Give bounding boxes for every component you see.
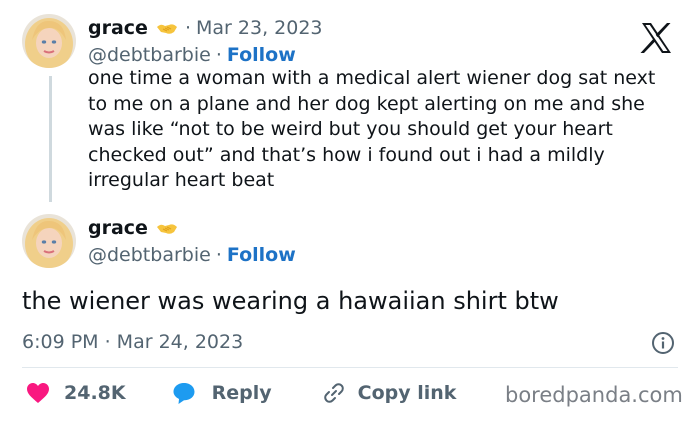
reply-handle-row: @debtbarbie · Follow bbox=[88, 44, 296, 66]
link-icon bbox=[323, 383, 344, 403]
x-logo-icon[interactable] bbox=[636, 20, 676, 56]
copy-link-button[interactable]: Copy link bbox=[322, 381, 457, 405]
follow-button[interactable]: Follow bbox=[227, 244, 296, 266]
action-bar: 24.8K Reply Copy link bbox=[26, 381, 456, 405]
handshake-emoji-icon bbox=[155, 220, 179, 236]
separator: · bbox=[184, 17, 191, 39]
divider bbox=[22, 367, 678, 368]
separator-dot: · bbox=[215, 244, 222, 266]
like-button[interactable]: 24.8K bbox=[26, 382, 126, 404]
handshake-emoji-icon bbox=[155, 20, 179, 36]
tweet-timestamp[interactable]: 6:09 PM · Mar 24, 2023 bbox=[22, 331, 243, 353]
watermark: boredpanda.com bbox=[505, 383, 683, 407]
copy-link-label: Copy link bbox=[357, 382, 457, 404]
reply-label: Reply bbox=[211, 382, 272, 404]
tweet-date[interactable]: Mar 23, 2023 bbox=[196, 17, 323, 39]
user-handle[interactable]: @debtbarbie bbox=[88, 44, 211, 66]
separator-dot: · bbox=[215, 44, 222, 66]
info-icon[interactable] bbox=[651, 331, 675, 355]
main-tweet-text: the wiener was wearing a hawaiian shirt … bbox=[22, 287, 559, 315]
avatar[interactable] bbox=[22, 214, 76, 268]
heart-icon bbox=[27, 383, 49, 403]
display-name[interactable]: grace bbox=[88, 17, 148, 39]
display-name[interactable]: grace bbox=[88, 217, 148, 239]
reply-button[interactable]: Reply bbox=[172, 381, 272, 405]
avatar[interactable] bbox=[22, 14, 76, 68]
reply-header: grace · Mar 23, 2023 bbox=[88, 17, 323, 39]
speech-bubble-icon bbox=[173, 383, 195, 404]
reply-tweet-text: one time a woman with a medical alert wi… bbox=[88, 67, 656, 192]
likes-count: 24.8K bbox=[64, 382, 126, 404]
main-header: grace bbox=[88, 217, 179, 239]
main-handle-row: @debtbarbie · Follow bbox=[88, 244, 296, 266]
thread-line bbox=[49, 76, 52, 202]
follow-button[interactable]: Follow bbox=[227, 44, 296, 66]
user-handle[interactable]: @debtbarbie bbox=[88, 244, 211, 266]
